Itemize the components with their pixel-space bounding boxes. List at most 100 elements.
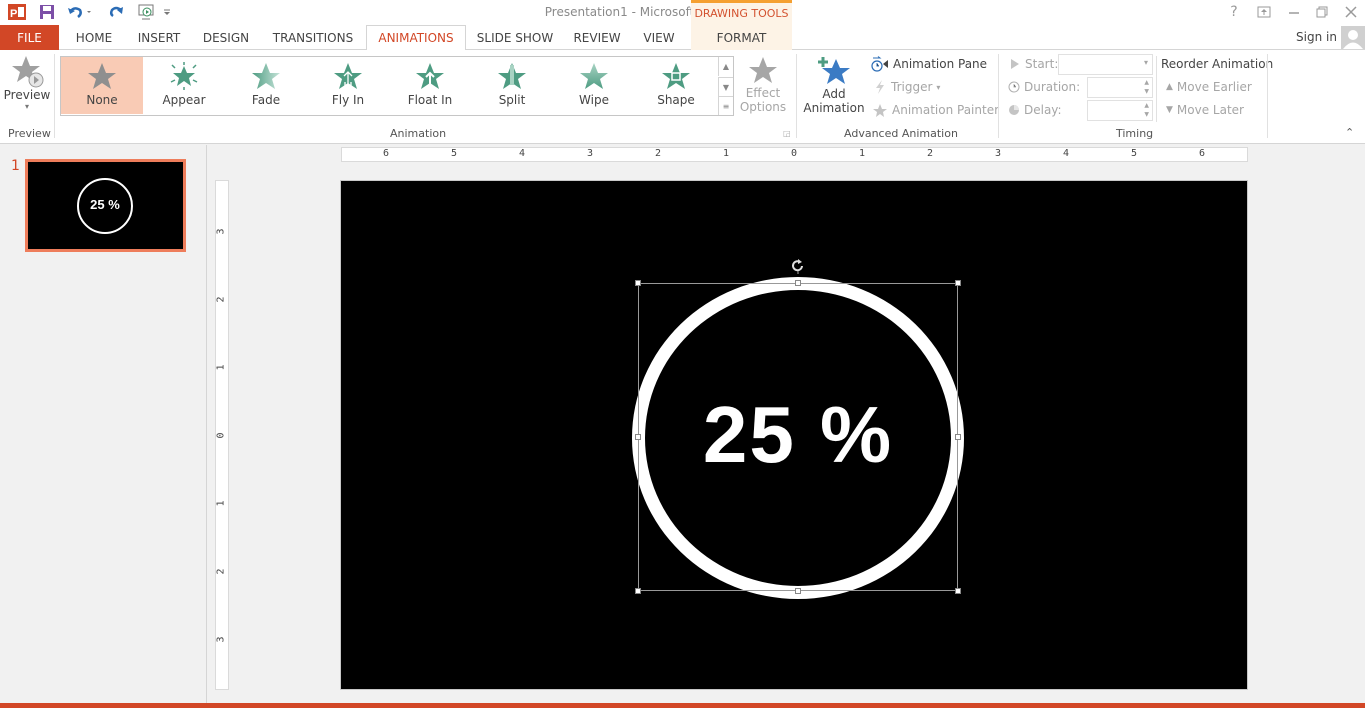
delay-label: Delay: xyxy=(1024,103,1062,117)
gallery-more[interactable]: ≡ xyxy=(718,96,733,115)
gallery-scroll-down[interactable]: ▼ xyxy=(718,77,733,96)
title-bar xyxy=(0,0,1365,25)
tab-slide-show[interactable]: SLIDE SHOW xyxy=(472,25,558,50)
split-star-icon xyxy=(498,63,526,89)
minimize-icon[interactable] xyxy=(1280,2,1308,22)
start-from-beginning-icon[interactable] xyxy=(136,3,156,21)
save-icon[interactable] xyxy=(37,3,57,21)
animation-fade[interactable]: Fade xyxy=(225,57,307,114)
start-row: Start: xyxy=(1009,57,1058,71)
vertical-ruler: 3 2 1 0 1 2 3 xyxy=(215,180,229,690)
animation-float-in[interactable]: Float In xyxy=(389,57,471,114)
animation-shape-label: Shape xyxy=(657,93,695,107)
duration-row: Duration: xyxy=(1008,80,1080,94)
help-icon[interactable]: ? xyxy=(1220,2,1248,22)
delay-row: Delay: xyxy=(1008,103,1062,117)
move-earlier-button[interactable]: ▲ Move Earlier xyxy=(1166,80,1252,94)
resize-handle-n[interactable] xyxy=(795,280,801,286)
ruler-label: 3 xyxy=(995,148,1002,159)
resize-handle-se[interactable] xyxy=(955,588,961,594)
avatar[interactable] xyxy=(1341,26,1365,49)
gallery-scroll-up[interactable]: ▲ xyxy=(718,57,733,76)
animation-painter-label: Animation Painter xyxy=(892,103,1000,117)
animation-split[interactable]: Split xyxy=(471,57,553,114)
preview-group-label: Preview xyxy=(8,127,51,140)
tab-home[interactable]: HOME xyxy=(65,25,123,50)
effect-options-label-2: Options xyxy=(739,100,787,114)
wipe-star-icon xyxy=(580,63,608,89)
resize-handle-e[interactable] xyxy=(955,434,961,440)
tab-animations[interactable]: ANIMATIONS xyxy=(366,25,466,51)
tab-file[interactable]: FILE xyxy=(0,25,59,50)
sign-in-link[interactable]: Sign in xyxy=(1296,30,1337,44)
start-dropdown-arrow-icon: ▾ xyxy=(1143,58,1148,67)
animation-none[interactable]: None xyxy=(61,57,143,114)
animation-shape[interactable]: Shape xyxy=(635,57,717,114)
preview-button[interactable]: Preview ▾ xyxy=(4,54,50,120)
tab-design[interactable]: DESIGN xyxy=(196,25,256,50)
slide-thumbnail[interactable]: 25 % xyxy=(25,159,186,252)
animation-group-label: Animation xyxy=(390,127,447,140)
customize-qat-icon[interactable] xyxy=(160,3,174,21)
horizontal-ruler: 6 5 4 3 2 1 0 1 2 3 4 5 6 xyxy=(341,147,1248,162)
move-later-button[interactable]: ▼ Move Later xyxy=(1166,103,1244,117)
redo-icon[interactable] xyxy=(106,3,126,21)
effect-options-button[interactable]: Effect Options xyxy=(738,56,788,122)
preview-dropdown-icon[interactable]: ▾ xyxy=(25,102,29,111)
move-earlier-up-icon: ▲ xyxy=(1166,82,1173,92)
ribbon-display-icon[interactable] xyxy=(1250,2,1278,22)
animation-wipe[interactable]: Wipe xyxy=(553,57,635,114)
slide-canvas[interactable]: 25 % xyxy=(340,180,1248,690)
undo-icon[interactable] xyxy=(66,3,94,21)
animation-dialog-launcher-icon[interactable]: ◲ xyxy=(783,129,791,138)
resize-handle-s[interactable] xyxy=(795,588,801,594)
restore-icon[interactable] xyxy=(1308,2,1336,22)
fade-star-icon xyxy=(252,63,280,89)
animation-appear[interactable]: Appear xyxy=(143,57,225,114)
selection-box xyxy=(638,283,958,591)
preview-label: Preview xyxy=(3,88,51,102)
ruler-label: 6 xyxy=(1199,148,1206,159)
delay-clock-icon xyxy=(1009,105,1019,115)
ruler-label: 1 xyxy=(215,364,227,371)
animation-fly-in[interactable]: Fly In xyxy=(307,57,389,114)
delay-spinner-icon[interactable]: ▲ ▼ xyxy=(1144,101,1149,119)
tab-view[interactable]: VIEW xyxy=(637,25,681,50)
svg-text:P: P xyxy=(10,8,17,20)
animation-painter-button[interactable]: Animation Painter xyxy=(872,102,999,118)
animation-pane-button[interactable]: Animation Pane xyxy=(871,56,987,72)
add-animation-button[interactable]: Add Animation xyxy=(800,55,868,121)
fly-in-star-icon xyxy=(334,63,362,89)
slide-number: 1 xyxy=(11,158,20,174)
trigger-button[interactable]: Trigger ▾ xyxy=(873,79,940,95)
tab-review[interactable]: REVIEW xyxy=(567,25,627,50)
collapse-ribbon-icon[interactable]: ⌃ xyxy=(1345,126,1354,139)
duration-input[interactable]: ▲ ▼ xyxy=(1087,77,1153,98)
tab-insert[interactable]: INSERT xyxy=(130,25,188,50)
resize-handle-nw[interactable] xyxy=(635,280,641,286)
status-bar xyxy=(0,703,1365,708)
start-dropdown[interactable]: ▾ xyxy=(1058,54,1153,75)
trigger-label: Trigger xyxy=(891,80,933,94)
close-icon[interactable] xyxy=(1337,2,1365,22)
animation-none-label: None xyxy=(86,93,118,107)
delay-input[interactable]: ▲ ▼ xyxy=(1087,100,1153,121)
move-later-down-icon: ▼ xyxy=(1166,105,1173,115)
tab-format[interactable]: FORMAT xyxy=(691,25,792,50)
rotate-handle-icon[interactable] xyxy=(790,258,806,274)
ruler-label: 2 xyxy=(215,568,227,575)
shape-star-icon xyxy=(662,63,690,89)
animation-float-in-label: Float In xyxy=(407,93,453,107)
float-in-star-icon xyxy=(416,63,444,89)
ruler-label: 3 xyxy=(587,148,594,159)
ruler-label: 0 xyxy=(215,432,227,439)
separator xyxy=(1267,54,1268,138)
duration-spinner-icon[interactable]: ▲ ▼ xyxy=(1144,78,1149,96)
resize-handle-w[interactable] xyxy=(635,434,641,440)
ruler-label: 3 xyxy=(215,228,227,235)
powerpoint-logo-icon[interactable]: P xyxy=(7,3,27,21)
resize-handle-sw[interactable] xyxy=(635,588,641,594)
resize-handle-ne[interactable] xyxy=(955,280,961,286)
effect-options-star-icon xyxy=(749,57,777,83)
tab-transitions[interactable]: TRANSITIONS xyxy=(266,25,360,50)
